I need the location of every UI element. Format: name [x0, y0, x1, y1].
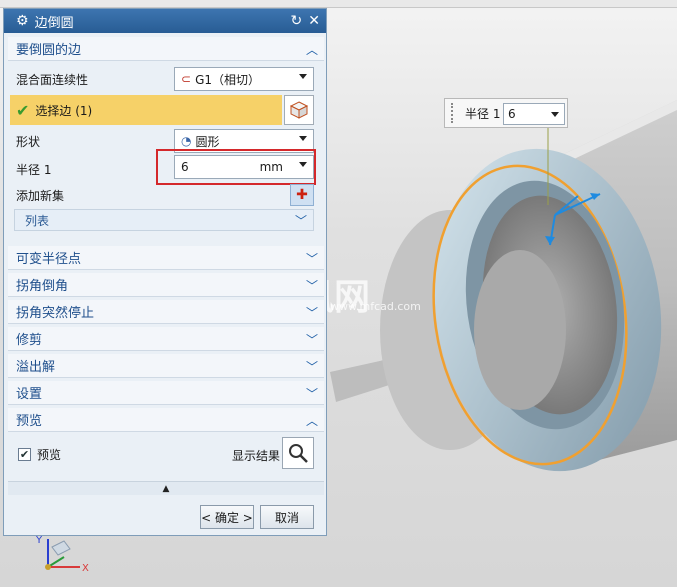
section-corner-stop-label: 拐角突然停止	[16, 306, 95, 321]
section-overflow-label: 溢出解	[16, 360, 56, 375]
chevron-up-icon[interactable]: ︿	[306, 41, 318, 58]
shape-value: 圆形	[195, 134, 220, 149]
select-edge-label: 选择边 (1)	[35, 103, 93, 118]
dialog-title: 边倒圆	[34, 15, 74, 31]
section-variable-radius[interactable]: 可变半径点 ﹀	[8, 246, 324, 270]
radius-unit: mm	[259, 160, 283, 174]
chevron-down-icon[interactable]: ﹀	[306, 331, 318, 348]
preview-checkbox-row[interactable]: ✔ 预览	[18, 446, 61, 463]
ok-button[interactable]: < 确定 >	[200, 505, 254, 529]
list-label: 列表	[25, 213, 50, 228]
add-new-set-label: 添加新集	[16, 188, 65, 203]
continuity-icon: ⊂	[181, 72, 192, 86]
section-variable-radius-label: 可变半径点	[16, 252, 82, 267]
dropdown-arrow-icon[interactable]	[299, 136, 307, 141]
dialog-titlebar[interactable]: ⚙ 边倒圆 ↻ ✕	[4, 9, 326, 33]
inner-shaft	[474, 250, 566, 410]
section-preview-label: 预览	[16, 414, 43, 429]
shape-label: 形状	[16, 134, 41, 149]
settings-gear-icon[interactable]: ⚙	[16, 14, 29, 28]
chevron-down-icon[interactable]: ﹀	[306, 277, 318, 294]
dropdown-arrow-icon[interactable]	[299, 74, 307, 79]
add-set-button[interactable]: ✚	[290, 184, 314, 206]
list-toggle[interactable]: 列表 ﹀	[14, 209, 314, 231]
section-edges-to-blend-label: 要倒圆的边	[16, 43, 82, 58]
chevron-down-icon[interactable]: ﹀	[306, 304, 318, 321]
popup-radius-label: 半径 1	[465, 106, 501, 121]
show-result-button[interactable]	[282, 437, 314, 469]
chevron-down-icon[interactable]: ﹀	[306, 385, 318, 402]
radius-label: 半径 1	[16, 162, 52, 177]
top-strip	[0, 0, 677, 8]
chevron-down-icon[interactable]: ﹀	[306, 358, 318, 375]
blend-continuity-select[interactable]: ⊂ G1（相切）	[174, 67, 314, 91]
section-trim[interactable]: 修剪 ﹀	[8, 327, 324, 351]
select-edge-row[interactable]: ✔ 选择边 (1)	[10, 95, 282, 125]
edge-blend-dialog: ⚙ 边倒圆 ↻ ✕ 要倒圆的边 ︿ 混合面连续性 ⊂ G1（相切） ✔ 选择边 …	[3, 8, 327, 536]
dropdown-arrow-icon[interactable]	[551, 112, 559, 117]
triad-x-label: X	[82, 563, 89, 574]
drag-grip-icon[interactable]	[451, 103, 457, 123]
add-new-set-row: 添加新集	[8, 181, 324, 209]
show-result-label: 显示结果	[232, 449, 281, 463]
chevron-up-icon[interactable]: ︿	[306, 412, 318, 429]
section-trim-label: 修剪	[16, 333, 43, 348]
section-preview[interactable]: 预览 ︿	[8, 408, 324, 432]
blend-continuity-label: 混合面连续性	[16, 72, 89, 87]
shape-icon: ◔	[181, 134, 192, 148]
radius-input[interactable]: 6 mm	[174, 155, 314, 179]
popup-radius-input[interactable]: 6	[503, 103, 565, 125]
reset-icon[interactable]: ↻	[291, 14, 303, 28]
magnifier-icon	[289, 444, 308, 463]
radius-value: 6	[181, 160, 189, 174]
collapse-triangle-icon[interactable]: ▲	[163, 484, 170, 494]
close-icon[interactable]: ✕	[308, 14, 320, 28]
select-edge-button[interactable]	[284, 95, 314, 125]
collapse-dialog-strip[interactable]: ▲	[8, 481, 324, 495]
radius-popup[interactable]: 半径 1 6	[444, 98, 568, 128]
cube-icon	[289, 101, 309, 119]
chevron-down-icon[interactable]: ﹀	[295, 212, 307, 229]
blend-continuity-value: G1（相切）	[195, 72, 260, 87]
section-corner-stop[interactable]: 拐角突然停止 ﹀	[8, 300, 324, 324]
section-settings[interactable]: 设置 ﹀	[8, 381, 324, 405]
watermark-url: www.mfcad.com	[330, 300, 421, 313]
section-corner-setback-label: 拐角倒角	[16, 279, 69, 294]
section-overflow[interactable]: 溢出解 ﹀	[8, 354, 324, 378]
check-icon: ✔	[16, 100, 30, 120]
triad-icon: Y X	[35, 535, 89, 574]
triad-y-label: Y	[35, 535, 43, 546]
section-settings-label: 设置	[16, 387, 43, 402]
section-edges-to-blend[interactable]: 要倒圆的边 ︿	[8, 37, 324, 61]
popup-radius-value: 6	[508, 107, 516, 121]
cancel-button[interactable]: 取消	[260, 505, 314, 529]
chevron-down-icon[interactable]: ﹀	[306, 250, 318, 267]
preview-checkbox[interactable]: ✔	[18, 448, 31, 461]
add-set-icon: ✚	[296, 187, 308, 203]
preview-checkbox-label: 预览	[37, 448, 62, 462]
section-corner-setback[interactable]: 拐角倒角 ﹀	[8, 273, 324, 297]
dropdown-arrow-icon[interactable]	[299, 162, 307, 167]
